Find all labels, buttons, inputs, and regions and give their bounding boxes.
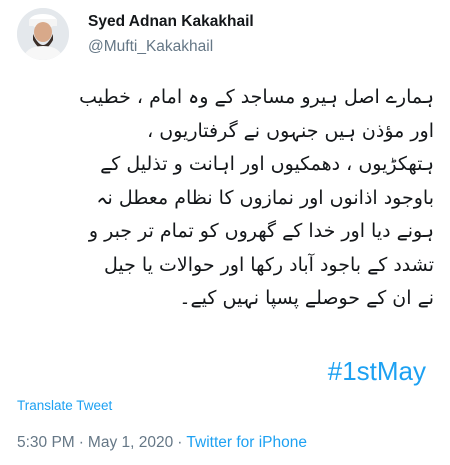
author-handle[interactable]: @Mufti_Kakakhail — [88, 37, 254, 56]
tweet-text-line: اور مؤذن ہیں جنہوں نے گرفتاریوں ، — [147, 119, 434, 142]
hashtag-link[interactable]: #1stMay — [328, 356, 426, 387]
translate-tweet-link[interactable]: Translate Tweet — [17, 398, 112, 413]
tweet-time[interactable]: 5:30 PM — [17, 434, 75, 451]
meta-separator: · — [78, 434, 84, 451]
tweet-text-line: باوجود اذانوں اور نمازوں کا نظام معطل نہ — [96, 186, 434, 209]
tweet-metadata: 5:30 PM · May 1, 2020 · Twitter for iPhone — [17, 434, 307, 452]
tweet-date[interactable]: May 1, 2020 — [88, 434, 173, 451]
tweet-card: Syed Adnan Kakakhail @Mufti_Kakakhail ہم… — [0, 0, 450, 465]
tweet-text-line: نے ان کے حوصلے پسپا نہیں کیے۔ — [179, 287, 434, 309]
tweet-text-line: ہمارے اصل ہیرو مساجد کے وہ امام ، خطیب — [79, 86, 434, 108]
tweet-text-line: ہونے دیا اور خدا کے گھروں کو تمام تر جبر… — [88, 220, 434, 242]
avatar[interactable] — [17, 8, 69, 60]
tweet-source-link[interactable]: Twitter for iPhone — [186, 434, 307, 451]
author-display-name[interactable]: Syed Adnan Kakakhail — [88, 12, 254, 31]
tweet-text-line: تشدد کے باجود آباد رکھا اور حوالات یا جی… — [104, 253, 434, 276]
author-names: Syed Adnan Kakakhail @Mufti_Kakakhail — [88, 12, 254, 56]
tweet-header: Syed Adnan Kakakhail @Mufti_Kakakhail — [17, 8, 254, 60]
tweet-text-line: ہتھکڑیوں ، دھمکیوں اور اہانت و تذلیل کے — [100, 153, 434, 175]
profile-photo-icon — [17, 8, 69, 60]
tweet-text: ہمارے اصل ہیرو مساجد کے وہ امام ، خطیب ا… — [14, 81, 434, 316]
meta-separator: · — [177, 434, 183, 451]
